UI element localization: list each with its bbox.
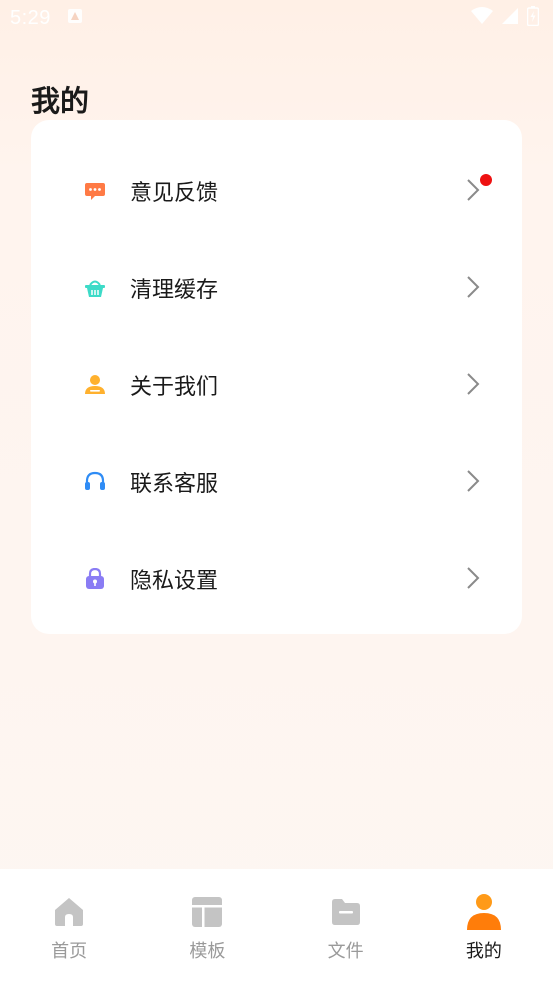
bottom-nav: 首页 模板 文件 我的 — [0, 869, 553, 984]
chevron-right-icon — [467, 567, 480, 589]
clean-cache-icon — [83, 276, 107, 300]
chevron-right-icon — [467, 179, 480, 201]
chevron-right-icon — [467, 276, 480, 298]
menu-item-label: 清理缓存 — [130, 277, 219, 303]
battery-icon — [526, 6, 540, 30]
home-icon — [50, 893, 88, 931]
notification-badge — [480, 174, 492, 186]
chevron-right-icon — [467, 470, 480, 492]
menu-card: 意见反馈 清理缓存 关于我们 联系客服 隐私设置 — [31, 120, 522, 634]
lock-icon — [83, 567, 107, 591]
menu-item-label: 关于我们 — [130, 374, 219, 400]
user-icon — [465, 893, 503, 931]
nav-item-mine[interactable]: 我的 — [415, 869, 553, 984]
menu-item-about-us[interactable]: 关于我们 — [31, 336, 522, 433]
menu-item-label: 联系客服 — [130, 471, 219, 497]
about-user-icon — [83, 373, 107, 397]
status-right — [471, 6, 540, 30]
nav-label: 文件 — [327, 941, 364, 962]
nav-item-home[interactable]: 首页 — [0, 869, 138, 984]
cellular-signal-icon — [501, 7, 519, 29]
menu-item-clean-cache[interactable]: 清理缓存 — [31, 239, 522, 336]
nav-label: 首页 — [51, 941, 88, 962]
menu-item-label: 隐私设置 — [130, 568, 219, 594]
menu-item-contact-service[interactable]: 联系客服 — [31, 433, 522, 530]
feedback-icon — [83, 179, 107, 203]
menu-item-feedback[interactable]: 意见反馈 — [31, 142, 522, 239]
headset-icon — [83, 470, 107, 494]
nav-item-files[interactable]: 文件 — [277, 869, 415, 984]
status-time: 5:29 — [10, 6, 51, 29]
wifi-icon — [471, 7, 493, 29]
template-icon — [188, 893, 226, 931]
menu-item-label: 意见反馈 — [130, 180, 219, 206]
menu-item-privacy-settings[interactable]: 隐私设置 — [31, 530, 522, 627]
page-title: 我的 — [31, 84, 90, 118]
nav-label: 模板 — [189, 941, 226, 962]
folder-icon — [327, 893, 365, 931]
status-bar: 5:29 — [0, 0, 553, 36]
notification-icon — [67, 8, 83, 28]
nav-label: 我的 — [465, 941, 502, 962]
chevron-right-icon — [467, 373, 480, 395]
nav-item-template[interactable]: 模板 — [138, 869, 276, 984]
status-left: 5:29 — [10, 7, 83, 30]
